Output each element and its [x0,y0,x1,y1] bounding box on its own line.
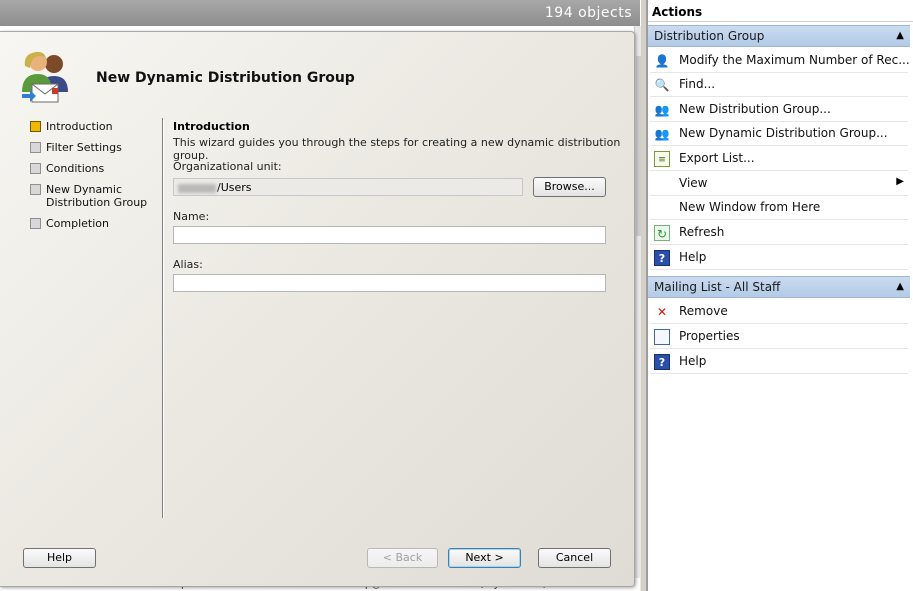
section-title: Introduction [173,120,250,133]
organizational-unit-field: /Users [173,178,523,196]
action-help[interactable]: ? Help [650,246,908,270]
wizard-title: New Dynamic Distribution Group [96,70,355,86]
alias-label: Alias: [173,258,203,271]
action-label: Modify the Maximum Number of Rec... [679,53,910,67]
action-label: New Dynamic Distribution Group... [679,126,888,140]
ou-label: Organizational unit: [173,160,282,173]
action-label: New Window from Here [679,200,821,214]
step-indicator-icon [30,163,41,174]
remove-icon: ✕ [656,305,668,319]
action-label: Find... [679,77,716,91]
steps-divider [162,118,164,518]
export-icon: ≡ [654,151,670,167]
help-icon: ? [654,354,670,370]
alias-input[interactable] [173,274,606,292]
step-indicator-icon [30,142,41,153]
name-label: Name: [173,210,210,223]
collapse-arrow-icon[interactable]: ▲ [896,281,904,292]
step-label: New Dynamic Distribution Group [46,183,148,209]
actions-pane: Actions Distribution Group ▲ 👤 Modify th… [647,0,913,591]
step-label: Introduction [46,120,113,133]
submenu-arrow-icon: ▶ [896,176,904,187]
action-label: Help [679,354,707,368]
action-export-list[interactable]: ≡ Export List... [650,147,908,171]
action-modify-max-recipients[interactable]: 👤 Modify the Maximum Number of Rec... [650,49,910,73]
step-label: Filter Settings [46,141,122,154]
distribution-group-icon [22,51,68,103]
collapse-arrow-icon[interactable]: ▲ [896,30,904,41]
action-new-dynamic-distribution-group[interactable]: 👥 New Dynamic Distribution Group... [650,122,908,146]
step-label: Conditions [46,162,105,175]
actions-title: Actions [648,3,913,22]
step-indicator-icon [30,121,41,132]
action-find[interactable]: 🔍 Find... [650,73,908,97]
find-icon: 🔍 [654,78,670,92]
object-count: 194 objects [544,5,632,21]
action-label: View [679,176,708,190]
action-label: Export List... [679,151,755,165]
action-help-mailing-list[interactable]: ? Help [650,350,908,374]
action-label: Help [679,250,707,264]
group-distribution-group[interactable]: Distribution Group ▲ [648,25,910,47]
refresh-icon: ↻ [654,225,670,241]
action-label: Refresh [679,225,725,239]
action-remove[interactable]: ✕ Remove [650,300,908,324]
action-new-distribution-group[interactable]: 👥 New Distribution Group... [650,98,908,122]
action-label: Properties [679,329,740,343]
action-new-window-from-here[interactable]: New Window from Here [650,196,908,220]
user-limit-icon: 👤 [654,54,670,68]
wizard-dialog: New Dynamic Distribution Group Introduct… [0,31,635,587]
group-label: Mailing List - All Staff [654,280,781,294]
action-properties[interactable]: Properties [650,325,908,349]
group-mailing-list-all-staff[interactable]: Mailing List - All Staff ▲ [648,276,910,298]
action-view[interactable]: View ▶ [650,172,908,196]
name-input[interactable] [173,226,606,244]
group-label: Distribution Group [654,29,765,43]
help-icon: ? [654,250,670,266]
action-refresh[interactable]: ↻ Refresh [650,221,908,245]
new-dynamic-group-icon: 👥 [654,127,670,141]
redacted-domain [178,183,216,193]
results-pane-header: 194 objects [0,0,640,26]
ou-value: /Users [217,181,252,194]
step-indicator-icon [30,184,41,195]
action-label: New Distribution Group... [679,102,831,116]
back-button[interactable]: < Back [367,548,438,568]
browse-button[interactable]: Browse... [533,177,606,197]
new-group-icon: 👥 [654,103,670,117]
next-button[interactable]: Next > [448,548,521,568]
help-button[interactable]: Help [23,548,96,568]
step-indicator-icon [30,218,41,229]
section-description: This wizard guides you through the steps… [173,136,621,162]
cancel-button[interactable]: Cancel [538,548,611,568]
properties-icon [654,329,670,345]
step-label: Completion [46,217,110,230]
action-label: Remove [679,304,728,318]
